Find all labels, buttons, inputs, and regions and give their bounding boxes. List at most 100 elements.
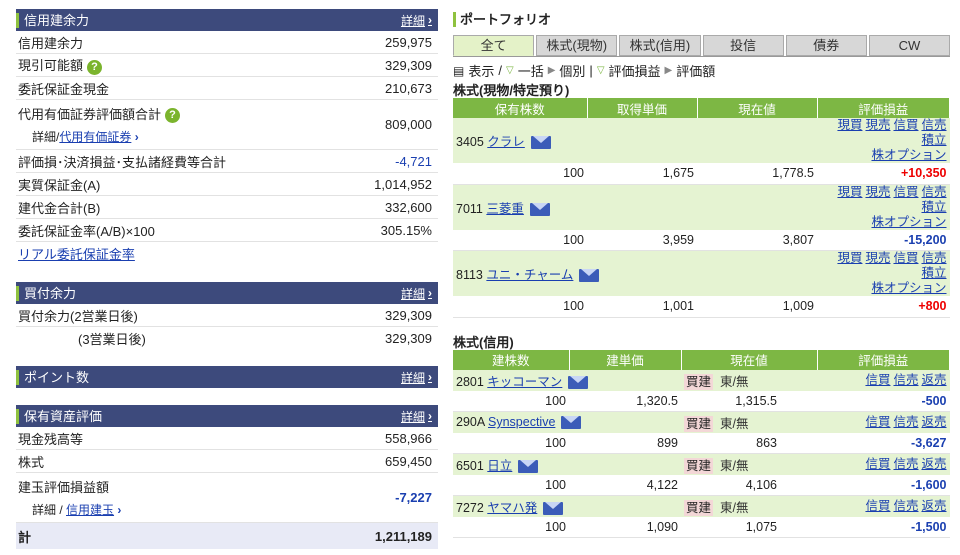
margin-buy-link[interactable]: 信買 bbox=[893, 118, 918, 132]
stock-name-link[interactable]: クラレ bbox=[487, 135, 525, 149]
portfolio-tabs: 全て 株式(現物) 株式(信用) 投信 債券 CW bbox=[453, 35, 951, 57]
eval-amount-toggle[interactable]: 評価額 bbox=[676, 61, 715, 80]
margin-sell-link[interactable]: 信売 bbox=[893, 373, 918, 387]
margin-row: 評価損･決済損益･支払諸経費等合計 -4,721 bbox=[16, 150, 438, 173]
buying-row: (3営業日後) 329,309 bbox=[78, 331, 432, 347]
stock-option-link[interactable]: 株オプション bbox=[871, 215, 946, 229]
chevron-right-icon: › bbox=[131, 130, 139, 145]
assets-detail-link[interactable]: 詳細 › bbox=[401, 408, 432, 425]
stock-option-link[interactable]: 株オプション bbox=[871, 281, 946, 295]
close-sell-link[interactable]: 返売 bbox=[921, 373, 946, 387]
cash-buy-link[interactable]: 現買 bbox=[837, 185, 862, 199]
cash-buy-link[interactable]: 現買 bbox=[837, 118, 862, 132]
margin-sell-link[interactable]: 信売 bbox=[921, 185, 946, 199]
column-header: 評価損益 bbox=[817, 98, 950, 118]
triangle-right-icon: ▶ bbox=[664, 65, 673, 76]
mail-icon[interactable] bbox=[579, 269, 600, 283]
points-detail-link[interactable]: 詳細 › bbox=[401, 369, 432, 386]
table-row: 100 1,320.5 1,315.5 -500 bbox=[453, 390, 950, 412]
buying-row: 買付余力(2営業日後) 329,309 bbox=[16, 304, 438, 327]
trade-actions: 信買 信売 返売 bbox=[817, 369, 950, 391]
triangle-down-icon: ▽ bbox=[596, 65, 605, 76]
margin-buy-link[interactable]: 信買 bbox=[865, 499, 890, 513]
mail-icon[interactable] bbox=[543, 501, 564, 515]
tab-cash-stock[interactable]: 株式(現物) bbox=[536, 35, 618, 56]
eval-pl-toggle[interactable]: 評価損益 bbox=[609, 61, 661, 80]
table-row: 100 899 863 -3,627 bbox=[453, 432, 950, 454]
tab-all[interactable]: 全て bbox=[453, 35, 535, 56]
stock-name-link[interactable]: ヤマハ発 bbox=[487, 501, 537, 515]
position-side: 買建 bbox=[684, 499, 714, 516]
margin-sell-link[interactable]: 信売 bbox=[893, 415, 918, 429]
collapse-all-toggle[interactable]: 一括 bbox=[518, 61, 544, 80]
table-row: 2801 キッコーマン 買建 東/無 信買 信売 返売 bbox=[453, 369, 950, 391]
margin-row: 信用建余力 259,975 bbox=[16, 31, 438, 54]
help-icon[interactable]: ? bbox=[87, 59, 103, 75]
position-side: 買建 bbox=[684, 373, 714, 390]
tab-cw[interactable]: CW bbox=[868, 35, 951, 56]
mail-icon[interactable] bbox=[561, 416, 582, 430]
stock-name-link[interactable]: 日立 bbox=[487, 459, 512, 473]
margin-row: 委託保証金現金 210,673 bbox=[16, 77, 438, 100]
table-row: 290A Synspective 買建 東/無 信買 信売 返売 bbox=[453, 411, 950, 433]
stock-option-link[interactable]: 株オプション bbox=[871, 148, 946, 162]
margin-buy-link[interactable]: 信買 bbox=[893, 185, 918, 199]
column-header: 保有株数 bbox=[453, 98, 588, 118]
chevron-right-icon: › bbox=[428, 13, 432, 27]
stock-name-link[interactable]: ユニ・チャーム bbox=[486, 268, 573, 282]
trade-actions: 信買 信売 返売 bbox=[817, 495, 950, 517]
margin-sell-link[interactable]: 信売 bbox=[921, 118, 946, 132]
tab-margin-stock[interactable]: 株式(信用) bbox=[619, 35, 701, 56]
cash-sell-link[interactable]: 現売 bbox=[865, 185, 890, 199]
cash-sell-link[interactable]: 現売 bbox=[865, 118, 890, 132]
substitute-securities-link[interactable]: 代用有価証券 bbox=[59, 130, 131, 144]
mail-icon[interactable] bbox=[518, 459, 539, 473]
margin-buy-link[interactable]: 信買 bbox=[865, 457, 890, 471]
margin-row: 委託保証金率(A/B)×100 305.15% bbox=[16, 219, 438, 242]
cash-sell-link[interactable]: 現売 bbox=[865, 251, 890, 265]
buying-detail-link[interactable]: 詳細 › bbox=[401, 285, 432, 302]
accumulate-link[interactable]: 積立 bbox=[921, 133, 946, 147]
close-sell-link[interactable]: 返売 bbox=[921, 457, 946, 471]
close-sell-link[interactable]: 返売 bbox=[921, 499, 946, 513]
points-section-title: ポイント数 bbox=[16, 369, 89, 385]
stock-name-link[interactable]: キッコーマン bbox=[487, 375, 562, 389]
assets-section-header: 保有資産評価 詳細 › bbox=[16, 405, 438, 427]
table-row: 7011 三菱重 現買 現売 信買 信売積立 株オプション bbox=[453, 184, 950, 230]
column-header: 評価損益 bbox=[817, 349, 950, 370]
stock-name-link[interactable]: 三菱重 bbox=[486, 202, 524, 216]
margin-section-header: 信用建余力 詳細 › bbox=[16, 9, 438, 31]
points-section-header: ポイント数 詳細 › bbox=[16, 366, 438, 388]
close-sell-link[interactable]: 返売 bbox=[921, 415, 946, 429]
margin-buy-link[interactable]: 信買 bbox=[865, 373, 890, 387]
margin-detail-link[interactable]: 詳細 › bbox=[401, 12, 432, 29]
mail-icon[interactable] bbox=[529, 202, 550, 216]
accumulate-link[interactable]: 積立 bbox=[921, 200, 946, 214]
cash-stock-table: 保有株数 取得単価 現在値 評価損益 3405 クラレ 現買 現売 信買 信売積立 株オ… bbox=[453, 98, 950, 318]
help-icon[interactable]: ? bbox=[165, 108, 181, 124]
tab-funds[interactable]: 投信 bbox=[702, 35, 784, 56]
cash-buy-link[interactable]: 現買 bbox=[837, 251, 862, 265]
column-header: 取得単価 bbox=[587, 98, 698, 118]
individual-toggle[interactable]: 個別 bbox=[559, 61, 585, 80]
tab-bonds[interactable]: 債券 bbox=[785, 35, 867, 56]
stock-name-link[interactable]: Synspective bbox=[488, 415, 555, 429]
mail-icon[interactable] bbox=[568, 375, 589, 389]
margin-positions-link[interactable]: 信用建玉 bbox=[66, 503, 114, 517]
trade-actions: 信買 信売 返売 bbox=[817, 411, 950, 433]
column-header: 建単価 bbox=[569, 349, 682, 370]
column-header: 現在値 bbox=[697, 98, 818, 118]
mail-icon[interactable] bbox=[530, 136, 551, 150]
margin-buy-link[interactable]: 信買 bbox=[893, 251, 918, 265]
margin-buy-link[interactable]: 信買 bbox=[865, 415, 890, 429]
margin-sell-link[interactable]: 信売 bbox=[893, 499, 918, 513]
substitute-securities-row: 代用有価証券評価額合計? 詳細/代用有価証券 › 809,000 bbox=[16, 100, 438, 150]
accumulate-link[interactable]: 積立 bbox=[921, 266, 946, 280]
buying-section-header: 買付余力 詳細 › bbox=[16, 282, 438, 304]
realtime-margin-rate-link[interactable]: リアル委託保証金率 bbox=[18, 244, 135, 263]
margin-sell-link[interactable]: 信売 bbox=[921, 251, 946, 265]
margin-sell-link[interactable]: 信売 bbox=[893, 457, 918, 471]
table-row: 100 1,090 1,075 -1,500 bbox=[453, 516, 950, 538]
trade-actions: 信買 信売 返売 bbox=[817, 453, 950, 475]
chevron-right-icon: › bbox=[428, 370, 432, 384]
